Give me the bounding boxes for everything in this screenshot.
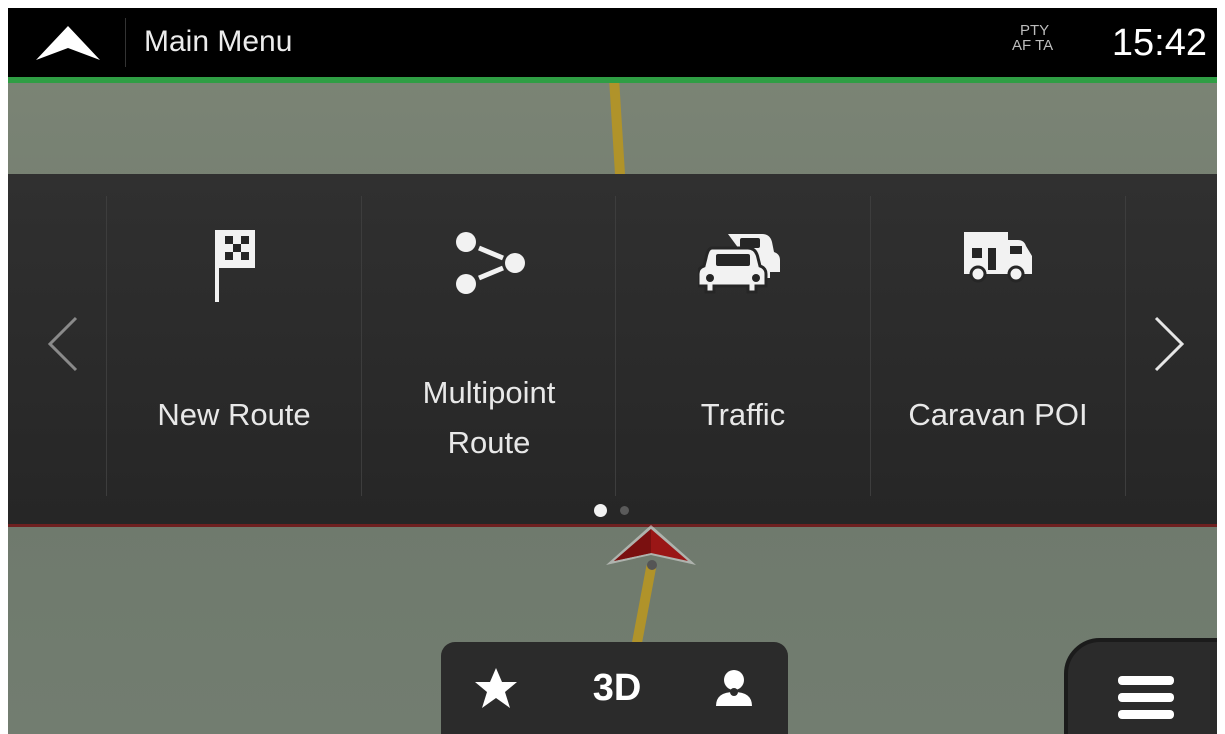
view-3d-button[interactable]: 3D [577, 660, 657, 716]
clock: 15:42 [1111, 22, 1207, 64]
up-arrow-icon [36, 26, 100, 60]
caravan-icon [964, 232, 1032, 283]
page-title: Main Menu [144, 25, 293, 58]
menu-item-traffic[interactable]: Traffic [617, 196, 869, 496]
menu-item-caravan-poi[interactable]: Caravan POI [872, 196, 1124, 496]
hamburger-menu-icon [1118, 676, 1174, 719]
tile-divider [1125, 196, 1126, 496]
vehicle-position-marker [606, 525, 696, 590]
radio-status-indicator: PTY AF TA [1012, 23, 1072, 53]
page-dot-active [594, 504, 607, 517]
page-indicator [594, 504, 644, 517]
favorites-button[interactable] [461, 660, 531, 716]
tile-divider [106, 196, 107, 496]
tile-divider [870, 196, 871, 496]
back-button[interactable] [36, 26, 100, 60]
chevron-right-icon [1154, 316, 1185, 372]
menu-item-label-line1: Multipoint [422, 375, 556, 410]
previous-page-button[interactable] [44, 314, 84, 374]
menu-item-label: New Route [157, 397, 311, 432]
tile-divider [615, 196, 616, 496]
menu-item-new-route[interactable]: New Route [108, 196, 360, 496]
menu-item-label: Traffic [700, 397, 786, 432]
navigation-arrow-icon [606, 525, 696, 570]
person-icon [716, 670, 752, 706]
status-af-ta: AF TA [1012, 37, 1054, 54]
status-pty: PTY [1020, 22, 1050, 39]
star-icon [475, 668, 517, 708]
multipoint-route-icon [456, 232, 525, 294]
main-menu-panel: New Route Multipoint Route Traffic Carav… [8, 174, 1217, 527]
tile-divider [361, 196, 362, 496]
header-divider [125, 18, 126, 67]
map-control-bar: 3D [441, 642, 788, 734]
menu-item-multipoint-route[interactable]: Multipoint Route [363, 196, 615, 496]
checkered-flag-icon [215, 230, 255, 302]
top-bar: Main Menu PTY AF TA 15:42 [8, 8, 1217, 83]
traffic-cars-icon [698, 234, 780, 294]
chevron-left-icon [47, 316, 78, 372]
main-menu-button[interactable] [1064, 638, 1217, 734]
navigation-screen: Main Menu PTY AF TA 15:42 New Route Mult… [8, 8, 1217, 734]
next-page-button[interactable] [1148, 314, 1188, 374]
page-dot [620, 506, 629, 515]
menu-item-label-line2: Route [447, 425, 531, 460]
menu-item-label: Caravan POI [908, 397, 1088, 432]
profile-button[interactable] [699, 660, 769, 716]
